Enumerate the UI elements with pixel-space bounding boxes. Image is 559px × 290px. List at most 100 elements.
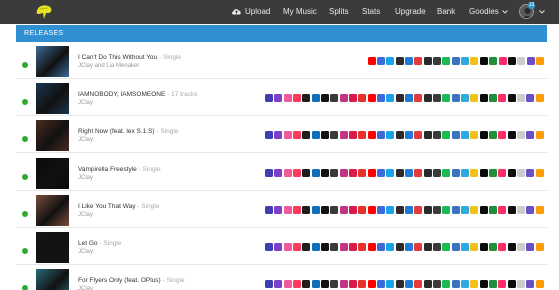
store-logo-icon [386, 94, 395, 103]
store-logo-icon [414, 94, 423, 103]
release-title-line[interactable]: Vampirella Freestyle - Single [78, 166, 161, 173]
release-title-line[interactable]: Right Now (feat. lex S.1.S) - Single [78, 128, 178, 135]
store-logo-icon [302, 205, 311, 214]
store-logo-icon [423, 168, 432, 177]
splits-link[interactable]: Splits [329, 0, 349, 24]
store-logo-icon [311, 94, 320, 103]
top-navigation-bar: Upload My Music Splits Stats Upgrade Ban… [0, 0, 559, 24]
store-logo-icon [367, 168, 376, 177]
release-row[interactable]: Vampirella Freestyle - Single JClay [16, 154, 547, 191]
store-logo-icon [535, 94, 544, 103]
store-logo-icon [489, 94, 498, 103]
store-logo-icon [451, 168, 460, 177]
release-type: 17 tracks [171, 91, 198, 99]
release-title-line[interactable]: For Flyers Only (feat. OPlus) - Single [78, 277, 185, 284]
store-logo-icon [414, 280, 423, 289]
release-title: Vampirella Freestyle [78, 165, 137, 173]
my-music-link[interactable]: My Music [283, 0, 317, 24]
bank-link[interactable]: Bank [437, 0, 455, 24]
store-logo-icon [302, 94, 311, 103]
album-artwork[interactable] [36, 46, 69, 77]
store-logo-icon [395, 168, 404, 177]
store-logo-icon [311, 205, 320, 214]
store-logo-icon [376, 168, 385, 177]
live-status-dot [22, 248, 28, 254]
album-artwork[interactable] [36, 232, 69, 263]
account-chevron-down-icon[interactable] [539, 10, 545, 14]
release-row[interactable]: I Can't Do This Without You - Single JCla… [16, 42, 547, 79]
store-logo-icon [311, 168, 320, 177]
store-logo-icon [395, 94, 404, 103]
release-title-line[interactable]: IAMNOBODY, IAMSOMEONE - 17 tracks [78, 91, 197, 98]
release-artist: JClay [78, 174, 94, 181]
goodies-menu[interactable]: Goodies [469, 0, 508, 24]
store-logo-icon [376, 131, 385, 140]
release-row[interactable]: IAMNOBODY, IAMSOMEONE - 17 tracks JClay [16, 79, 547, 117]
album-artwork[interactable] [36, 83, 69, 115]
store-logo-icon [433, 57, 442, 65]
store-logo-icon [479, 131, 488, 140]
store-logo-icon [479, 168, 488, 177]
store-logo-icon [330, 243, 339, 251]
store-logo-icon [470, 57, 479, 65]
store-logo-icon [386, 205, 395, 214]
store-logo-icon [320, 280, 329, 289]
store-logo-icon [348, 168, 357, 177]
album-artwork[interactable] [36, 157, 69, 189]
store-logo-icon [264, 168, 273, 177]
store-logo-icon [442, 280, 451, 289]
store-logo-icon [302, 168, 311, 177]
notification-badge: 13 [528, 2, 535, 9]
store-logo-icon [264, 280, 273, 289]
release-title-line[interactable]: I Like You That Way - Single [78, 203, 159, 210]
store-logo-icon [414, 243, 423, 251]
store-logo-icon [274, 94, 283, 103]
store-logo-icon [498, 280, 507, 289]
release-row[interactable]: For Flyers Only (feat. OPlus) - Single JC… [16, 265, 547, 290]
album-artwork[interactable] [36, 194, 69, 226]
store-logo-icon [283, 131, 292, 140]
release-title-line[interactable]: Let Go - Single [78, 240, 121, 247]
store-logo-icon [517, 57, 526, 65]
store-logo-icon [405, 205, 413, 214]
stats-link[interactable]: Stats [362, 0, 380, 24]
store-logo-icon [283, 168, 292, 177]
release-artist: JClay [78, 211, 94, 218]
store-logo-icon [414, 57, 423, 65]
store-logo-icon [358, 168, 367, 177]
release-title: Right Now (feat. lex S.1.S) [78, 128, 155, 136]
store-logo-icon [461, 131, 470, 140]
album-artwork[interactable] [36, 269, 69, 290]
store-logo-icon [376, 205, 385, 214]
store-logo-icon [358, 94, 367, 103]
release-row[interactable]: Let Go - Single JClay [16, 228, 547, 265]
store-logo-icon [330, 94, 339, 103]
store-logo-icon [330, 280, 339, 289]
release-artist: JClay [78, 286, 94, 290]
release-title-line[interactable]: I Can't Do This Without You - Single [78, 54, 181, 61]
cloud-upload-icon [232, 9, 241, 15]
store-logo-icon [507, 243, 516, 251]
store-logo-icon [320, 94, 329, 103]
release-type: Single [142, 165, 161, 173]
release-row[interactable]: Right Now (feat. lex S.1.S) - Single JCla… [16, 116, 547, 154]
store-logo-icon [461, 57, 470, 65]
release-title: IAMNOBODY, IAMSOMEONE [78, 91, 166, 99]
logo-icon[interactable] [34, 2, 54, 22]
store-logo-icon [339, 205, 348, 214]
release-row[interactable]: I Like You That Way - Single JClay [16, 191, 547, 228]
store-logo-icon [386, 168, 395, 177]
store-logo-icon [451, 280, 460, 289]
store-logo-icon [274, 205, 283, 214]
store-logo-icon [526, 280, 535, 289]
upgrade-link[interactable]: Upgrade [395, 0, 426, 24]
store-logo-icon [489, 131, 498, 140]
store-logo-icon [395, 205, 404, 214]
store-logo-icon [414, 205, 423, 214]
store-logo-icon [423, 94, 432, 103]
upload-link[interactable]: Upload [231, 0, 270, 24]
album-artwork[interactable] [36, 120, 69, 152]
store-logo-icon [330, 131, 339, 140]
goodies-label: Goodies [469, 7, 499, 16]
store-logo-icon [330, 168, 339, 177]
